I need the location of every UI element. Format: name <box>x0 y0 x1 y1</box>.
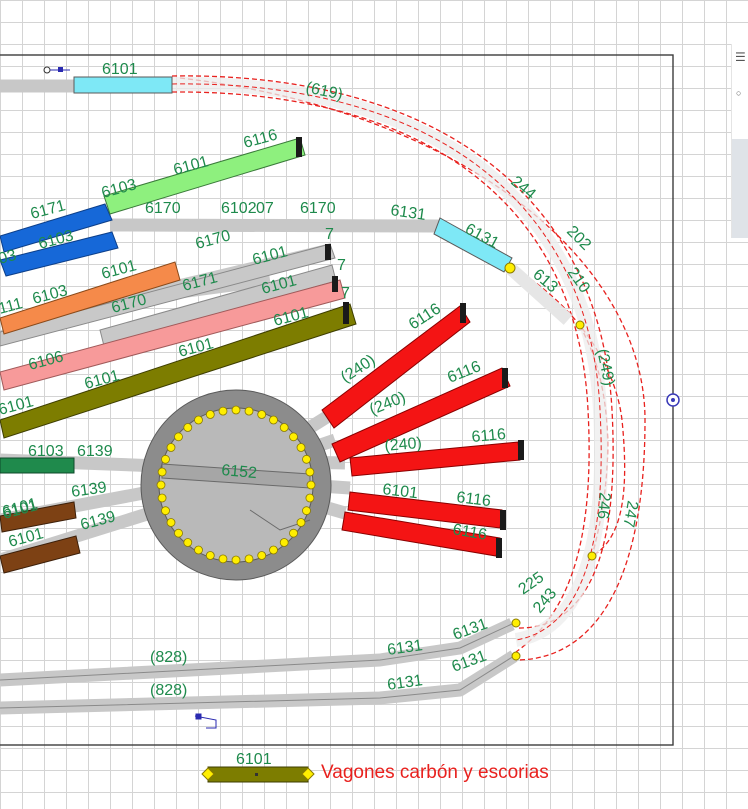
layout-canvas: 6101 (619) 244 202 210 (249) 246 247 225… <box>0 54 680 783</box>
label-red-240-3: (240) <box>384 435 423 455</box>
label-top-main: 6101 <box>102 61 138 78</box>
turntable-light <box>302 454 311 464</box>
turntable-light <box>166 518 176 527</box>
turntable <box>140 389 332 581</box>
turntable-light <box>205 410 215 419</box>
side-panel[interactable]: ☰ ○ <box>731 44 748 238</box>
turntable-light <box>218 406 228 416</box>
track-6116-green <box>103 137 306 215</box>
turntable-light <box>302 506 311 516</box>
turntable-light <box>289 432 298 442</box>
label-pink-x7: 7 <box>341 285 350 302</box>
right-anchor-marker <box>666 393 680 407</box>
menu-icon[interactable]: ☰ <box>735 50 746 64</box>
label-bottom-828-a: (828) <box>150 649 187 666</box>
turntable-light <box>166 443 176 452</box>
label-grey-x7-b: 7 <box>325 226 334 243</box>
label-grey-6170-b: 6170 <box>300 200 336 217</box>
label-red-6116-3: 6116 <box>471 426 507 446</box>
turntable-light <box>244 554 254 564</box>
turntable-light <box>194 545 203 555</box>
label-curve-202: 202 <box>563 223 594 254</box>
turntable-light <box>305 493 315 503</box>
turntable-light <box>231 405 241 415</box>
turntable-light <box>231 555 241 565</box>
legend-caption: Vagones carbón y escorias <box>321 762 549 783</box>
turntable-light <box>279 423 289 432</box>
turntable-light <box>157 467 167 477</box>
turntable-light <box>279 538 289 547</box>
turntable-light <box>244 406 254 416</box>
label-grey-07: 07 <box>256 200 274 217</box>
turntable-light <box>289 528 298 538</box>
label-curve-246: 246 <box>594 492 613 520</box>
track-6101-top <box>73 76 173 94</box>
turntable-light <box>174 432 183 442</box>
top-left-device <box>43 66 70 74</box>
turntable-light <box>257 410 267 419</box>
label-grey-6139-a: 6139 <box>77 443 113 460</box>
turntable-light <box>161 506 170 516</box>
turntable-light <box>161 454 170 464</box>
turntable-light <box>194 415 203 425</box>
label-grey-6170-a: 6170 <box>145 200 181 217</box>
label-grey-x7-a: 7 <box>337 257 346 274</box>
label-bottom-828-b: (828) <box>150 682 187 699</box>
turntable-light <box>183 538 193 547</box>
turntable-light <box>269 415 278 425</box>
turntable-light <box>296 443 306 452</box>
turntable-light <box>205 551 215 560</box>
turntable-light <box>306 480 316 490</box>
turntable-light <box>183 423 193 432</box>
label-legend-wagon: 6101 <box>236 751 272 768</box>
turntable-light <box>269 545 278 555</box>
turntable-light <box>174 528 183 538</box>
label-grey-6102: 6102 <box>221 200 257 217</box>
turntable-light <box>157 493 167 503</box>
turntable-light <box>296 518 306 527</box>
turntable-light <box>305 467 315 477</box>
legend-wagon <box>201 766 315 783</box>
turntable-light <box>156 480 166 490</box>
track-6103-green-left <box>0 457 75 474</box>
label-turntable: 6152 <box>221 462 258 482</box>
bottom-device <box>194 713 217 729</box>
turntable-light <box>218 554 228 564</box>
label-green-left-6103: 6103 <box>28 443 64 460</box>
radio-icon[interactable]: ○ <box>736 88 741 98</box>
turntable-light <box>257 551 267 560</box>
side-panel-band <box>732 139 748 238</box>
